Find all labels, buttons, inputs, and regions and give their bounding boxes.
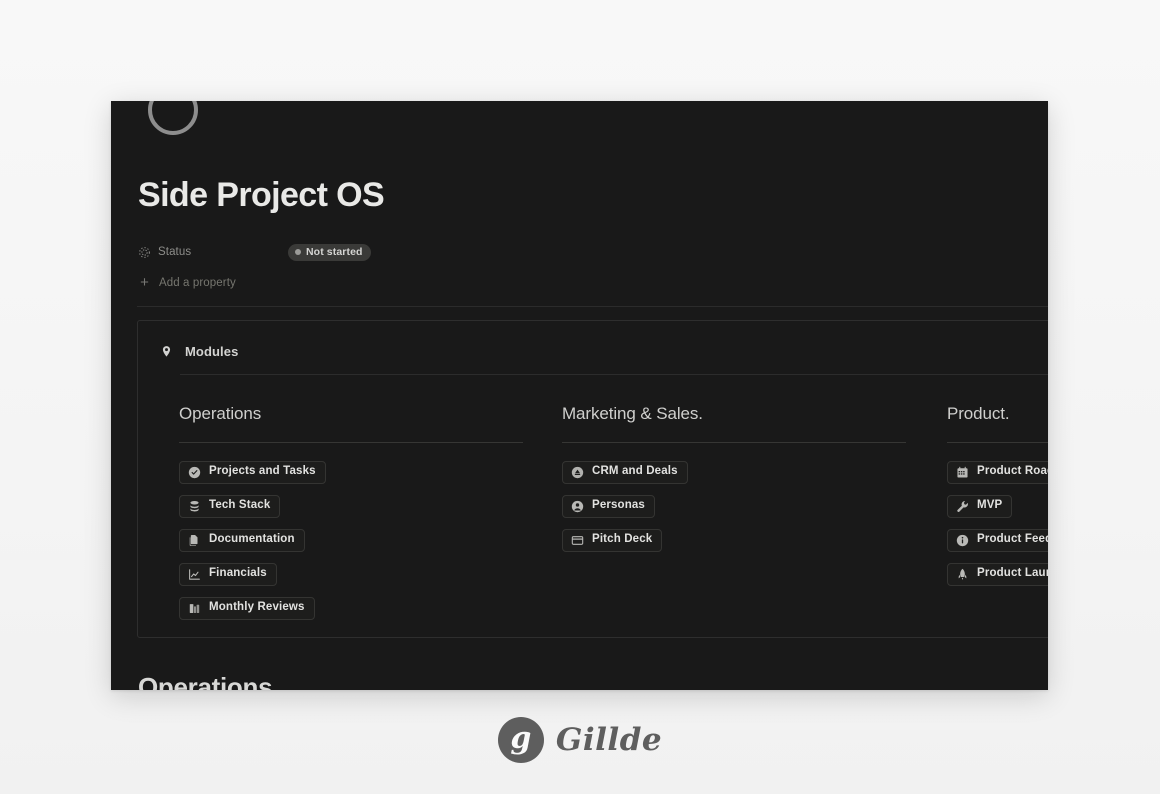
documents-icon [188, 534, 201, 547]
modules-title: Modules [185, 344, 239, 359]
module-chip-label: Personas [592, 499, 645, 512]
property-row-status: Status Not started [138, 242, 371, 262]
module-chip-tech-stack[interactable]: Tech Stack [179, 495, 281, 518]
add-property-button[interactable]: + Add a property [138, 275, 236, 290]
module-chip-product-roadmap[interactable]: Product Roadmap [947, 461, 1048, 484]
brand-mark-letter: g [510, 721, 532, 756]
module-chip-product-launch[interactable]: Product Launch [947, 563, 1048, 586]
module-chip-label: MVP [977, 499, 1003, 512]
app-panel: Side Project OS Status Not started + Add… [111, 101, 1048, 690]
modules-header-rule [180, 374, 1048, 375]
add-property-label: Add a property [159, 276, 236, 289]
modules-block: Modules Operations Projects and Tasks Te… [137, 320, 1048, 638]
module-chip-documentation[interactable]: Documentation [179, 529, 305, 552]
module-chip-label: Tech Stack [209, 499, 271, 512]
clipboard-chart-icon [188, 602, 201, 615]
module-column-operations: Operations Projects and Tasks Tech Stack… [179, 405, 562, 637]
chart-line-icon [188, 568, 201, 581]
property-label-wrap[interactable]: Status [138, 246, 288, 259]
column-chip-list: Projects and Tasks Tech Stack Documentat… [179, 461, 562, 620]
pin-icon [159, 344, 173, 359]
cloud-arrow-icon [571, 466, 584, 479]
panel-inner: Side Project OS Status Not started + Add… [111, 101, 1048, 690]
person-circle-icon [571, 500, 584, 513]
column-chip-list: CRM and Deals Personas Pitch Deck [562, 461, 947, 552]
module-chip-label: Monthly Reviews [209, 601, 305, 614]
brand-footer: g Gillde [0, 714, 1160, 766]
module-chip-product-feedback[interactable]: Product Feedback [947, 529, 1048, 552]
database-icon [188, 500, 201, 513]
module-chip-label: CRM and Deals [592, 465, 678, 478]
status-badge[interactable]: Not started [288, 243, 371, 261]
plus-icon: + [140, 274, 149, 291]
module-chip-label: Product Feedback [977, 533, 1048, 546]
column-title: Marketing & Sales. [562, 404, 703, 423]
module-chip-monthly-reviews[interactable]: Monthly Reviews [179, 597, 315, 620]
column-rule [562, 442, 906, 443]
module-chip-label: Product Launch [977, 567, 1048, 580]
status-gear-icon [138, 246, 151, 259]
column-rule [179, 442, 523, 443]
module-chip-mvp[interactable]: MVP [947, 495, 1013, 518]
column-rule [947, 442, 1048, 443]
module-chip-crm-and-deals[interactable]: CRM and Deals [562, 461, 688, 484]
module-chip-label: Documentation [209, 533, 295, 546]
window-card-icon [571, 534, 584, 547]
modules-header: Modules [159, 344, 238, 359]
check-circle-icon [188, 466, 201, 479]
info-circle-icon [956, 534, 969, 547]
module-chip-personas[interactable]: Personas [562, 495, 655, 518]
section-heading-operations[interactable]: Operations [138, 672, 273, 690]
circle-outline-icon[interactable] [148, 101, 198, 135]
gillde-logo-mark: g [497, 717, 544, 763]
rocket-icon [956, 568, 969, 581]
column-title: Product. [947, 404, 1010, 423]
module-chip-label: Financials [209, 567, 267, 580]
module-chip-pitch-deck[interactable]: Pitch Deck [562, 529, 663, 552]
module-chip-label: Pitch Deck [592, 533, 653, 546]
modules-columns: Operations Projects and Tasks Tech Stack… [179, 405, 1048, 637]
column-chip-list: Product Roadmap MVP [947, 461, 1048, 586]
status-dot-icon [295, 248, 301, 255]
status-value: Not started [306, 245, 363, 258]
module-chip-label: Product Roadmap [977, 465, 1048, 478]
property-label: Status [158, 246, 192, 258]
module-chip-financials[interactable]: Financials [179, 563, 277, 586]
module-column-marketing-sales: Marketing & Sales. CRM and Deals Persona… [562, 405, 947, 637]
module-chip-projects-and-tasks[interactable]: Projects and Tasks [179, 461, 326, 484]
wrench-icon [956, 500, 969, 513]
column-title: Operations [179, 404, 262, 423]
calendar-icon [956, 466, 969, 479]
page-title[interactable]: Side Project OS [138, 176, 385, 214]
property-divider [137, 306, 1048, 307]
module-chip-label: Projects and Tasks [209, 465, 316, 478]
brand-name: Gillde [555, 721, 663, 758]
module-column-product: Product. Product Roa MVP Product Fee Pro… [947, 405, 1048, 637]
